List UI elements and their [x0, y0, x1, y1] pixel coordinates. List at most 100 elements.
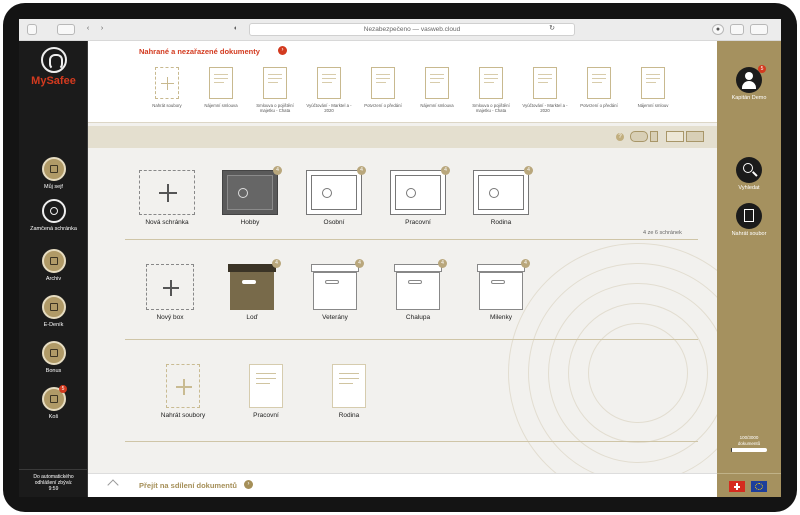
- safe-item[interactable]: 4 Pracovní: [378, 166, 458, 226]
- box-item[interactable]: 4 Loď: [212, 259, 292, 321]
- go-to-sharing-link[interactable]: Přejít na sdílení dokumentů: [139, 481, 237, 490]
- sidebar-toggle-button[interactable]: [27, 24, 37, 35]
- document-icon: [263, 67, 287, 99]
- nav-label: E-Deník: [43, 322, 64, 328]
- box-item[interactable]: 4 Milenky: [461, 259, 541, 321]
- document-tile[interactable]: Smlouva o pojištění majetku - Chata: [466, 67, 516, 113]
- safe-count-badge: 4: [357, 166, 366, 175]
- document-icon: [249, 364, 283, 408]
- safe-item[interactable]: 4 Rodina: [461, 166, 541, 226]
- nav-item-trash[interactable]: 5 Koš: [19, 385, 88, 420]
- box-count-badge: 4: [521, 259, 530, 268]
- document-tile[interactable]: Potvrzení o předání: [358, 67, 408, 108]
- box-icon: 4: [477, 259, 530, 310]
- download-icon[interactable]: ●: [712, 24, 724, 35]
- plus-icon: [155, 67, 179, 99]
- tile-label: Smlouva o pojištění majetku - Chata: [256, 103, 294, 113]
- nav-item-ediary[interactable]: E-Deník: [19, 295, 88, 328]
- screen: ‹ › ◐ Nezabezpečeno — vasweb.cloud ↻ ● M…: [19, 19, 781, 497]
- tile-label: Nahrát soubory: [152, 103, 182, 108]
- device-frame: ‹ › ◐ Nezabezpečeno — vasweb.cloud ↻ ● M…: [3, 3, 797, 512]
- document-tile[interactable]: Potvrzení o předání: [574, 67, 624, 108]
- search-button[interactable]: Vyhledat: [717, 157, 781, 191]
- search-icon: [736, 157, 762, 183]
- chevron-up-icon[interactable]: [107, 479, 119, 491]
- privacy-shield-icon[interactable]: ◐: [230, 24, 242, 35]
- arrow-right-icon[interactable]: ›: [244, 480, 253, 489]
- upload-files-button[interactable]: Nahrát soubory: [143, 364, 223, 419]
- upload-files-tile[interactable]: Nahrát soubory: [142, 67, 192, 108]
- share-icon[interactable]: [730, 24, 744, 35]
- upload-file-button[interactable]: Nahrát soubor: [717, 203, 781, 237]
- key-icon[interactable]: [630, 131, 648, 142]
- user-profile[interactable]: 5 Kapitán Demo: [717, 65, 781, 101]
- box-label: Loď: [246, 314, 258, 321]
- new-safe-button[interactable]: Nová schránka: [127, 170, 207, 226]
- swiss-flag-icon[interactable]: [729, 481, 745, 492]
- back-icon[interactable]: ‹: [83, 24, 93, 35]
- box-item[interactable]: 4 Chalupa: [378, 259, 458, 321]
- tile-label: Nájemní smlouva: [204, 103, 238, 108]
- tile-label: Potvrzení o předání: [364, 103, 402, 108]
- doc-label: Pracovní: [253, 412, 279, 419]
- mysafee-logo-icon: [41, 47, 67, 73]
- tile-label: Vyúčtování - Marktel a - 2020: [522, 103, 568, 113]
- box-label: Veterány: [322, 314, 348, 321]
- tabs-overview-icon[interactable]: [750, 24, 768, 35]
- doc-folder-item[interactable]: Rodina: [309, 364, 389, 419]
- nav-item-my-safe[interactable]: Můj sejf: [19, 157, 88, 190]
- document-count: 100/3000 dokumentů: [717, 435, 781, 446]
- safe-label: Osobní: [323, 219, 345, 226]
- forward-icon[interactable]: ›: [97, 24, 107, 35]
- lock-icon[interactable]: [650, 131, 658, 142]
- document-icon: [332, 364, 366, 408]
- document-icon: [425, 67, 449, 99]
- row-divider: [125, 239, 698, 240]
- grid-view-icon[interactable]: [686, 131, 704, 142]
- safe-icon: 4: [306, 166, 366, 215]
- reload-icon[interactable]: ↻: [547, 24, 557, 35]
- brand-name: MySafee: [31, 75, 76, 87]
- new-box-button[interactable]: Nový box: [130, 264, 210, 321]
- document-tile[interactable]: Vyúčtování - Marktel a - 2020: [520, 67, 570, 113]
- browser-toolbar: ‹ › ◐ Nezabezpečeno — vasweb.cloud ↻ ●: [19, 19, 781, 41]
- document-icon: [641, 67, 665, 99]
- help-icon[interactable]: ?: [616, 133, 624, 141]
- row-divider: [125, 339, 698, 340]
- safe-count-badge: 4: [524, 166, 533, 175]
- document-tile[interactable]: Nájemní smlouva: [412, 67, 462, 108]
- plus-icon: [146, 264, 194, 310]
- document-tile[interactable]: Nájemní smlouv: [628, 67, 678, 108]
- safe-item[interactable]: 4 Osobní: [294, 166, 374, 226]
- search-label: Vyhledat: [738, 185, 760, 191]
- nav-item-bonus[interactable]: Bonus: [19, 341, 88, 374]
- box-icon: 4: [228, 259, 281, 310]
- upload-label: Nahrát soubor: [731, 231, 767, 237]
- left-sidebar: MySafee Můj sejf Zamčená schránka Archiv…: [19, 41, 88, 497]
- nav-item-locked-box[interactable]: Zamčená schránka: [19, 199, 88, 232]
- arrow-right-icon[interactable]: ›: [278, 46, 287, 55]
- sidebar-layout-button[interactable]: [57, 24, 75, 35]
- document-tile[interactable]: Smlouva o pojištění majetku - Chata: [250, 67, 300, 113]
- box-item[interactable]: 4 Veterány: [295, 259, 375, 321]
- document-tile[interactable]: Vyúčtování - Marktel a - 2020: [304, 67, 354, 113]
- box-count-badge: 4: [355, 259, 364, 268]
- safe-count-badge: 4: [273, 166, 282, 175]
- box-label: Milenky: [489, 314, 513, 321]
- view-toolbar: ?: [88, 126, 717, 148]
- doc-folder-item[interactable]: Pracovní: [226, 364, 306, 419]
- lock-icon: [41, 199, 66, 223]
- doc-label: Rodina: [338, 412, 360, 419]
- eu-flag-icon[interactable]: [751, 481, 767, 492]
- strip-title: Nahrané a nezařazené dokumenty: [139, 47, 260, 56]
- safe-icon: [41, 157, 66, 181]
- nav-item-archive[interactable]: Archiv: [19, 249, 88, 282]
- autologout-timer: Do automatického odhlášení zbývá: 9:59: [19, 469, 88, 497]
- address-bar[interactable]: Nezabezpečeno — vasweb.cloud: [249, 23, 575, 36]
- box-label: Nový box: [156, 314, 184, 321]
- list-view-icon[interactable]: [666, 131, 684, 142]
- upload-icon: [736, 203, 762, 229]
- safe-item[interactable]: 4 Hobby: [210, 166, 290, 226]
- plus-icon: [166, 364, 200, 408]
- document-tile[interactable]: Nájemní smlouva: [196, 67, 246, 108]
